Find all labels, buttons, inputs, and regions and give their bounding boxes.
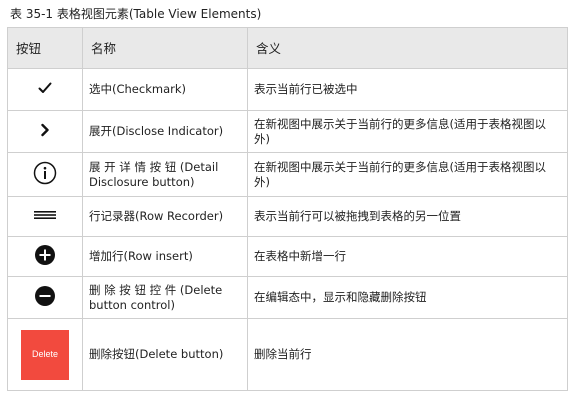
meaning-cell: 在新视图中展示关于当前行的更多信息(适用于表格视图以外) xyxy=(247,110,568,153)
name-cell: 展 开 详 情 按 钮 (Detail Disclosure button) xyxy=(82,152,248,197)
icon-cell xyxy=(7,68,83,111)
info-circle-icon xyxy=(33,161,57,185)
table-row: 展 开 详 情 按 钮 (Detail Disclosure button) 在… xyxy=(7,152,568,197)
meaning-cell: 在表格中新增一行 xyxy=(247,236,568,277)
meaning-cell: 表示当前行可以被拖拽到表格的另一位置 xyxy=(247,196,568,237)
plus-circle-icon xyxy=(34,244,56,266)
delete-button-icon: Delete xyxy=(21,329,69,380)
name-cell: 展开(Disclose Indicator) xyxy=(82,110,248,153)
table-caption: 表 35-1 表格视图元素(Table View Elements) xyxy=(10,7,262,21)
icon-cell xyxy=(7,276,83,319)
meaning-cell: 删除当前行 xyxy=(247,318,568,391)
minus-circle-icon xyxy=(34,285,56,307)
name-cell: 增加行(Row insert) xyxy=(82,236,248,277)
header-name: 名称 xyxy=(82,27,248,69)
table-row: 行记录器(Row Recorder) 表示当前行可以被拖拽到表格的另一位置 xyxy=(7,196,568,237)
icon-cell xyxy=(7,196,83,237)
table-row: 展开(Disclose Indicator) 在新视图中展示关于当前行的更多信息… xyxy=(7,110,568,153)
delete-button-label: Delete xyxy=(31,349,58,359)
table-view-elements-table: 按钮 名称 含义 选中(Checkmark) 表示当前行已被选中 展开(Disc… xyxy=(7,27,568,391)
table-row: 选中(Checkmark) 表示当前行已被选中 xyxy=(7,68,568,111)
header-button: 按钮 xyxy=(7,27,83,69)
name-cell: 删 除 按 钮 控 件 (Delete button control) xyxy=(82,276,248,319)
table-row: 删 除 按 钮 控 件 (Delete button control) 在编辑态… xyxy=(7,276,568,319)
name-cell: 行记录器(Row Recorder) xyxy=(82,196,248,237)
meaning-cell: 表示当前行已被选中 xyxy=(247,68,568,111)
header-meaning: 含义 xyxy=(247,27,568,69)
table-row: 增加行(Row insert) 在表格中新增一行 xyxy=(7,236,568,277)
icon-cell xyxy=(7,110,83,153)
meaning-cell: 在新视图中展示关于当前行的更多信息(适用于表格视图以外) xyxy=(247,152,568,197)
name-cell: 删除按钮(Delete button) xyxy=(82,318,248,391)
meaning-cell: 在编辑态中，显示和隐藏删除按钮 xyxy=(247,276,568,319)
table-header-row: 按钮 名称 含义 xyxy=(7,27,568,69)
icon-cell xyxy=(7,152,83,197)
reorder-handle-icon xyxy=(33,210,57,220)
checkmark-icon xyxy=(38,82,52,94)
table-row: Delete 删除按钮(Delete button) 删除当前行 xyxy=(7,318,568,391)
name-cell: 选中(Checkmark) xyxy=(82,68,248,111)
chevron-right-icon xyxy=(40,123,50,137)
icon-cell: Delete xyxy=(7,318,83,391)
icon-cell xyxy=(7,236,83,277)
